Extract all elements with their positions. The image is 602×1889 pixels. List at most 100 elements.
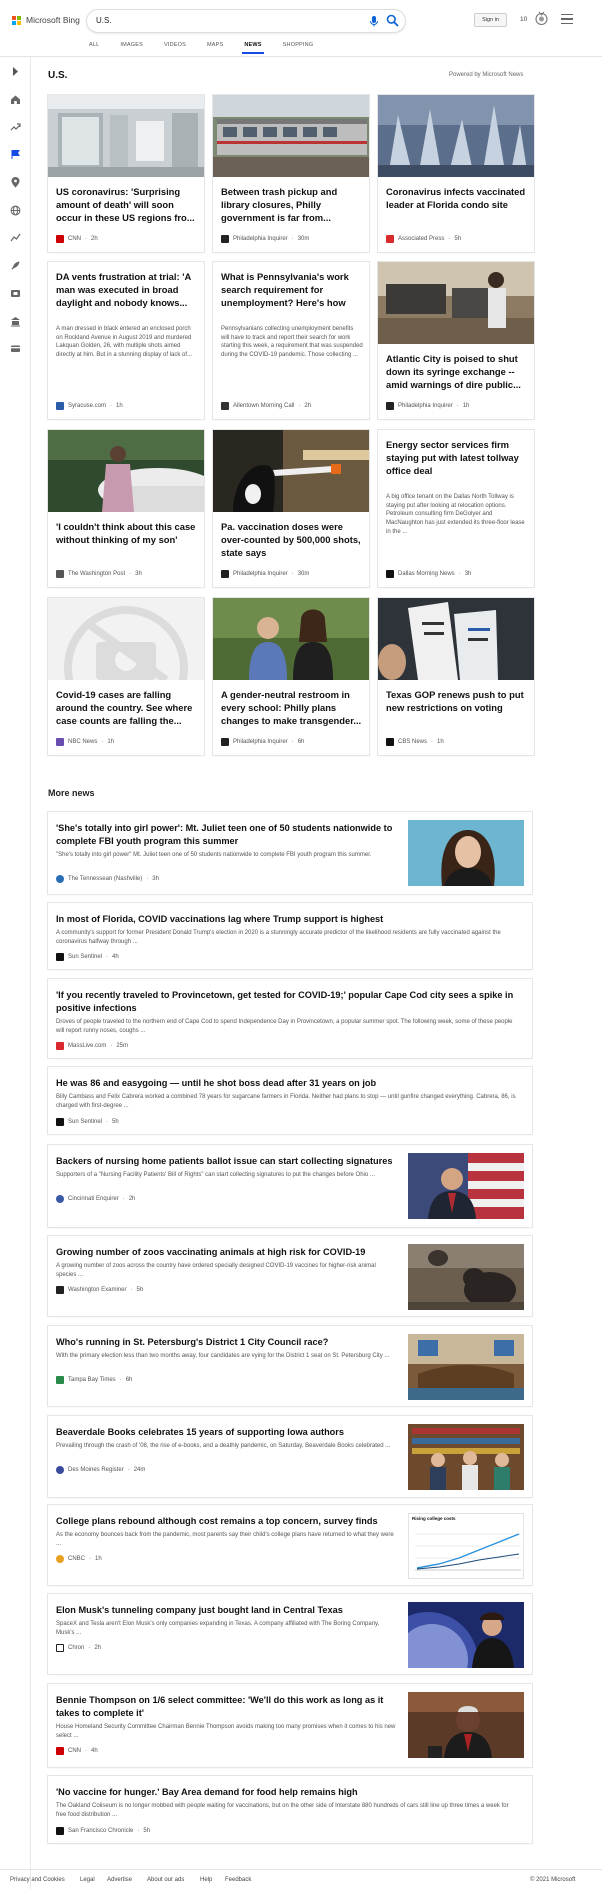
card-headline[interactable]: US coronavirus: 'Surprising amount of de… [56, 185, 198, 224]
card-source: CNN · 2h [56, 235, 98, 243]
search-input[interactable]: U.S. [96, 16, 112, 25]
card-headline[interactable]: A gender-neutral restroom in every schoo… [221, 688, 363, 727]
tab-news[interactable]: NEWS [242, 42, 265, 54]
location-pin-icon[interactable] [10, 177, 21, 188]
rewards-points[interactable]: 10 [520, 16, 527, 23]
card-headline[interactable]: Energy sector services firm staying put … [386, 438, 528, 477]
item-description: A growing number of zoos across the coun… [56, 1263, 376, 1278]
item-thumbnail [408, 1692, 524, 1758]
tab-images[interactable]: IMAGES [120, 42, 143, 48]
item-headline[interactable]: In most of Florida, COVID vaccinations l… [56, 913, 526, 926]
item-thumbnail [408, 1602, 524, 1668]
news-card[interactable]: Coronavirus infects vaccinated leader at… [378, 95, 534, 252]
tab-videos[interactable]: VIDEOS [164, 42, 186, 48]
news-card[interactable]: Between trash pickup and library closure… [213, 95, 369, 252]
tab-all[interactable]: ALL [89, 42, 99, 48]
card-headline[interactable]: 'I couldn't think about this case withou… [56, 520, 198, 546]
footer-link-legal[interactable]: Legal [80, 1877, 95, 1883]
card-source: CBS News · 1h [386, 738, 444, 746]
home-icon[interactable] [10, 94, 21, 105]
enquirer-logo-icon [56, 1195, 64, 1203]
rocket-icon[interactable] [10, 260, 21, 271]
tab-maps[interactable]: MAPS [207, 42, 223, 48]
news-list-item[interactable]: Backers of nursing home patients ballot … [48, 1145, 532, 1227]
news-list-item[interactable]: 'No vaccine for hunger.' Bay Area demand… [48, 1776, 532, 1843]
thumb-chart-title: Rising college costs [412, 1516, 456, 1521]
news-card[interactable]: Texas GOP renews push to put new restric… [378, 598, 534, 755]
item-headline[interactable]: Beaverdale Books celebrates 15 years of … [56, 1426, 396, 1439]
card-headline[interactable]: What is Pennsylvania's work search requi… [221, 270, 363, 309]
rewards-medal-icon[interactable] [534, 11, 549, 26]
item-headline[interactable]: Growing number of zoos vaccinating anima… [56, 1246, 396, 1259]
news-card[interactable]: Energy sector services firm staying put … [378, 430, 534, 587]
item-headline[interactable]: 'No vaccine for hunger.' Bay Area demand… [56, 1786, 526, 1799]
card-headline[interactable]: Pa. vaccination doses were over-counted … [221, 520, 363, 559]
flag-icon[interactable] [10, 149, 21, 160]
news-list-item[interactable]: Who's running in St. Petersburg's Distri… [48, 1326, 532, 1406]
news-list-item[interactable]: 'If you recently traveled to Provincetow… [48, 979, 532, 1058]
item-headline[interactable]: 'If you recently traveled to Provincetow… [56, 989, 526, 1015]
news-list-item[interactable]: He was 86 and easygoing — until he shot … [48, 1067, 532, 1134]
card-headline[interactable]: Atlantic City is poised to shut down its… [386, 352, 528, 391]
search-icon[interactable] [386, 14, 399, 27]
inquirer-logo-icon [221, 235, 229, 243]
news-card[interactable]: DA vents frustration at trial: 'A man wa… [48, 262, 204, 419]
tab-shopping[interactable]: SHOPPING [283, 42, 314, 48]
card-headline[interactable]: Covid-19 cases are falling around the co… [56, 688, 198, 727]
footer-link-feedback[interactable]: Feedback [225, 1877, 251, 1883]
card-description: Pennsylvanians collecting unemployment b… [221, 326, 363, 359]
chart-icon[interactable] [10, 232, 21, 243]
news-list-item[interactable]: Growing number of zoos vaccinating anima… [48, 1236, 532, 1316]
item-headline[interactable]: He was 86 and easygoing — until he shot … [56, 1077, 526, 1090]
powered-by[interactable]: Powered by Microsoft News [449, 72, 523, 78]
news-card[interactable]: A gender-neutral restroom in every schoo… [213, 598, 369, 755]
trending-icon[interactable] [10, 121, 21, 132]
card-headline[interactable]: Texas GOP renews push to put new restric… [386, 688, 528, 714]
cbs-logo-icon [386, 738, 394, 746]
card-headline[interactable]: Between trash pickup and library closure… [221, 185, 363, 224]
inquirer-logo-icon [221, 738, 229, 746]
globe-icon[interactable] [10, 205, 21, 216]
news-list-item[interactable]: In most of Florida, COVID vaccinations l… [48, 903, 532, 969]
menu-icon[interactable] [561, 14, 573, 25]
news-card[interactable]: Covid-19 cases are falling around the co… [48, 598, 204, 755]
footer-link-advertise[interactable]: Advertise [107, 1877, 132, 1883]
footer-link-help[interactable]: Help [200, 1877, 212, 1883]
microphone-icon[interactable] [368, 15, 380, 27]
footer-link-privacy[interactable]: Privacy and Cookies [10, 1877, 65, 1883]
news-list-item[interactable]: Bennie Thompson on 1/6 select committee:… [48, 1684, 532, 1767]
bing-logo[interactable]: Microsoft Bing [12, 15, 80, 25]
sign-in-button[interactable]: Sign in [474, 13, 507, 27]
news-list-item[interactable]: Beaverdale Books celebrates 15 years of … [48, 1416, 532, 1497]
item-headline[interactable]: Bennie Thompson on 1/6 select committee:… [56, 1694, 396, 1720]
expand-arrow-icon[interactable] [10, 66, 21, 77]
news-list-item[interactable]: 'She's totally into girl power': Mt. Jul… [48, 812, 532, 894]
footer-link-about-ads[interactable]: About our ads [147, 1877, 184, 1883]
news-card[interactable]: US coronavirus: 'Surprising amount of de… [48, 95, 204, 252]
item-headline[interactable]: 'She's totally into girl power': Mt. Jul… [56, 822, 396, 848]
news-card[interactable]: What is Pennsylvania's work search requi… [213, 262, 369, 419]
news-card[interactable]: 'I couldn't think about this case withou… [48, 430, 204, 587]
news-list-item[interactable]: Elon Musk's tunneling company just bough… [48, 1594, 532, 1674]
item-headline[interactable]: College plans rebound although cost rema… [56, 1515, 396, 1528]
brand-name: Microsoft Bing [26, 15, 80, 25]
search-box[interactable]: U.S. [87, 10, 405, 32]
news-card[interactable]: Pa. vaccination doses were over-counted … [213, 430, 369, 587]
card-headline[interactable]: DA vents frustration at trial: 'A man wa… [56, 270, 198, 309]
item-source: Washington Examiner · 5h [56, 1286, 143, 1294]
morning-call-logo-icon [221, 402, 229, 410]
news-card[interactable]: Atlantic City is poised to shut down its… [378, 262, 534, 419]
card-source: Philadelphia Inquirer · 30m [221, 570, 309, 578]
card-icon[interactable] [10, 343, 21, 354]
card-headline[interactable]: Coronavirus infects vaccinated leader at… [386, 185, 528, 211]
item-thumbnail [408, 820, 524, 886]
item-headline[interactable]: Elon Musk's tunneling company just bough… [56, 1604, 396, 1617]
item-source: The Tennessean (Nashville) · 3h [56, 875, 159, 883]
film-icon[interactable] [10, 288, 21, 299]
item-thumbnail-chart: Rising college costs [408, 1513, 524, 1579]
building-icon[interactable] [10, 316, 21, 327]
sidebar [0, 57, 31, 1889]
item-headline[interactable]: Backers of nursing home patients ballot … [56, 1155, 396, 1168]
news-list-item[interactable]: College plans rebound although cost rema… [48, 1505, 532, 1585]
item-headline[interactable]: Who's running in St. Petersburg's Distri… [56, 1336, 396, 1349]
